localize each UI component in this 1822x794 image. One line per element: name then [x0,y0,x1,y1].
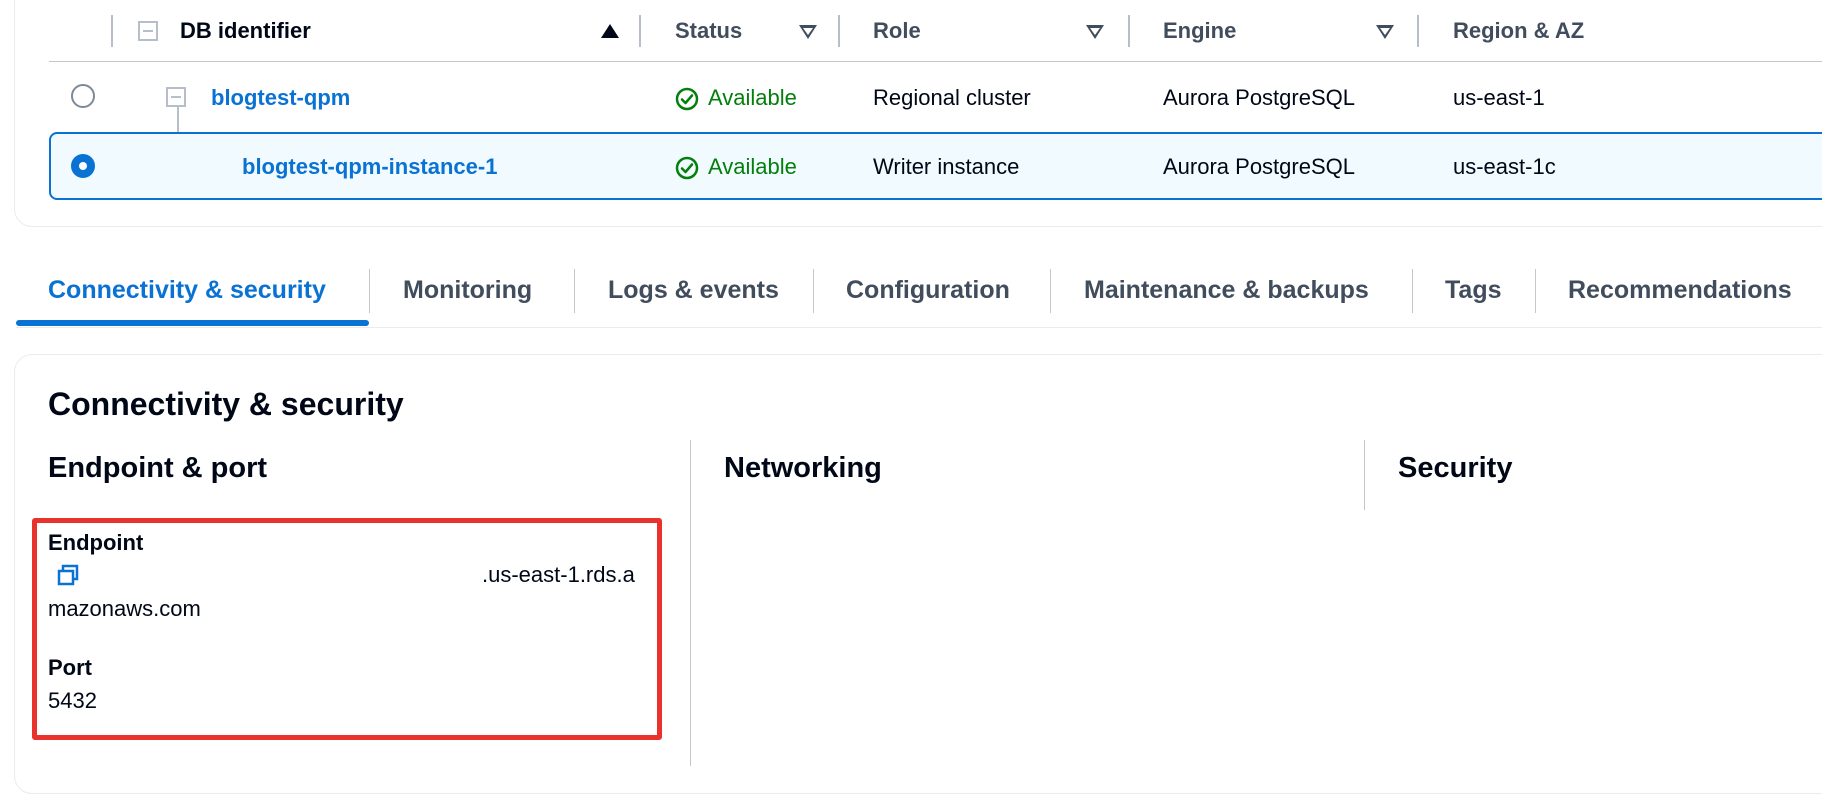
status-text: Available [708,154,797,179]
db-identifier-link[interactable]: blogtest-qpm [211,85,350,111]
tab-maintenance-backups[interactable]: Maintenance & backups [1084,276,1369,305]
role-text: Regional cluster [873,85,1031,110]
tab-divider [1050,269,1051,313]
tab-logs-events[interactable]: Logs & events [608,276,779,305]
column-divider[interactable] [639,15,641,47]
sort-ascending-icon[interactable] [601,24,619,38]
status-available-icon [675,156,699,180]
endpoint-port-heading: Endpoint & port [48,452,268,484]
tab-divider [369,269,370,313]
column-divider [111,15,113,47]
engine-text: Aurora PostgreSQL [1163,85,1355,110]
tab-divider [813,269,814,313]
status-text: Available [708,85,797,110]
tab-monitoring[interactable]: Monitoring [403,276,532,305]
column-header-role[interactable]: Role [873,18,921,44]
panel-title: Connectivity & security [48,386,404,422]
column-header-db-identifier[interactable]: DB identifier [180,18,311,44]
sort-icon[interactable] [1376,25,1394,39]
tab-tags[interactable]: Tags [1445,276,1502,305]
table-row[interactable]: blogtest-qpm Available Regional cluster … [49,64,1822,132]
tab-divider [574,269,575,313]
port-value: 5432 [48,688,97,713]
security-heading: Security [1398,452,1513,484]
networking-heading: Networking [724,452,882,484]
column-header-region-az[interactable]: Region & AZ [1453,18,1584,44]
tab-connectivity-security[interactable]: Connectivity & security [48,276,326,305]
tab-divider [1535,269,1536,313]
column-divider[interactable] [1128,15,1130,47]
sort-icon[interactable] [1086,25,1104,39]
table-header: DB identifier Status Role Engine Region … [49,0,1822,62]
tab-recommendations[interactable]: Recommendations [1568,276,1792,305]
column-header-engine[interactable]: Engine [1163,18,1236,44]
details-tabs: Connectivity & security Monitoring Logs … [16,264,1822,328]
db-identifier-link[interactable]: blogtest-qpm-instance-1 [242,154,497,180]
row-select-radio[interactable] [71,84,95,108]
endpoint-value-continued: mazonaws.com [48,596,201,621]
tab-configuration[interactable]: Configuration [846,276,1010,305]
column-header-status[interactable]: Status [675,18,742,44]
region-text: us-east-1 [1453,85,1545,110]
role-text: Writer instance [873,154,1020,179]
active-tab-indicator [16,320,369,326]
collapse-all-icon[interactable] [138,21,158,41]
port-label: Port [48,655,92,680]
column-divider[interactable] [838,15,840,47]
endpoint-label: Endpoint [48,530,144,555]
table-row-selected[interactable]: blogtest-qpm-instance-1 Available Writer… [49,132,1822,200]
column-divider [690,440,691,766]
collapse-icon[interactable] [166,87,186,107]
endpoint-value: .us-east-1.rds.a [482,562,635,587]
row-select-radio[interactable] [71,154,95,178]
engine-text: Aurora PostgreSQL [1163,154,1355,179]
region-text: us-east-1c [1453,154,1556,179]
column-divider[interactable] [1417,15,1419,47]
status-available-icon [675,87,699,111]
copy-icon[interactable] [56,563,80,587]
tab-divider [1412,269,1413,313]
column-divider [1364,440,1365,510]
sort-icon[interactable] [799,25,817,39]
